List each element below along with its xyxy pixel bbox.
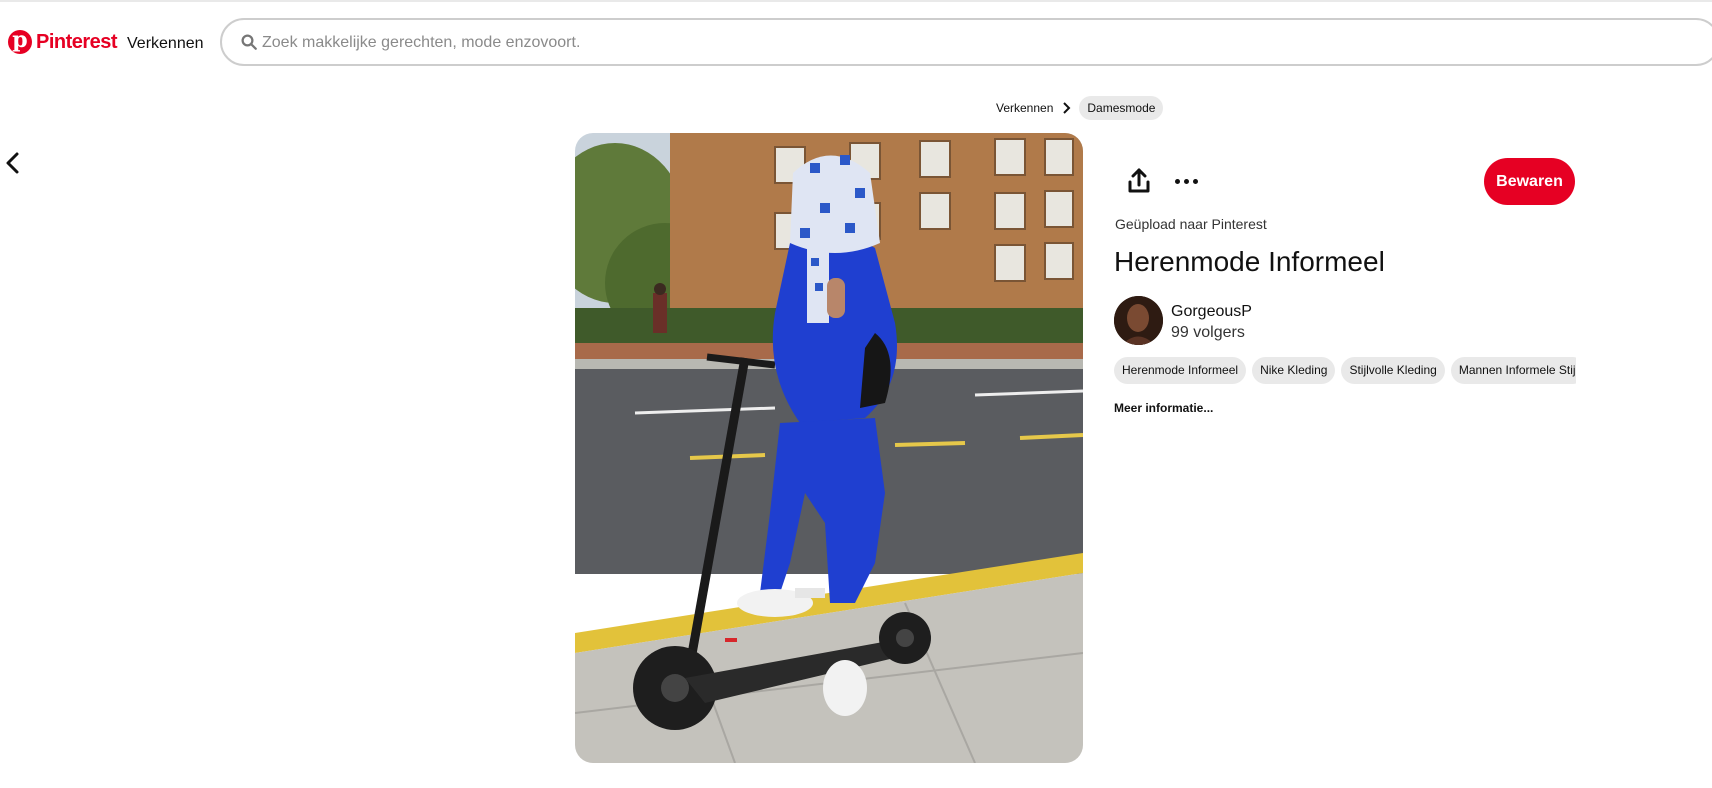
creator-followers: 99 volgers (1171, 324, 1245, 341)
search-bar[interactable] (220, 18, 1712, 66)
tag-chip[interactable]: Stijlvolle Kleding (1341, 357, 1445, 384)
more-options-icon[interactable] (1171, 166, 1201, 196)
tag-chip[interactable]: Herenmode Informeel (1114, 357, 1247, 384)
breadcrumb-item-explore[interactable]: Verkennen (996, 101, 1053, 115)
search-input[interactable] (262, 32, 962, 54)
breadcrumb: Verkennen Damesmode (996, 96, 1164, 120)
avatar[interactable] (1114, 296, 1163, 345)
pinterest-logo-icon (8, 27, 32, 54)
pin-title: Herenmode Informeel (1114, 246, 1385, 277)
breadcrumb-item-womens-fashion[interactable]: Damesmode (1079, 96, 1164, 120)
dot (1192, 178, 1198, 184)
logo-text: Pinterest (36, 30, 118, 53)
uploaded-source-text: Geüpload naar Pinterest (1115, 216, 1267, 232)
top-navigation: Pinterest Verkennen (0, 2, 1712, 82)
creator-name[interactable]: GorgeousP (1171, 303, 1252, 321)
tag-chip[interactable]: Nike Kleding (1252, 357, 1336, 384)
dot (1174, 178, 1180, 184)
nav-explore-link[interactable]: Verkennen (127, 35, 204, 53)
share-icon[interactable] (1124, 166, 1154, 196)
tag-chip[interactable]: Mannen Informele Stijl (1450, 357, 1576, 384)
chevron-right-icon (1063, 102, 1071, 114)
save-button[interactable]: Bewaren (1484, 158, 1575, 205)
dot (1183, 178, 1189, 184)
avatar-image (1114, 296, 1163, 345)
pin-image[interactable] (575, 133, 1083, 763)
pinterest-logo[interactable]: Pinterest (8, 27, 118, 55)
pin-photo-illustration (575, 133, 1083, 763)
back-arrow-icon[interactable] (2, 150, 24, 176)
search-icon (241, 34, 257, 50)
more-info-link[interactable]: Meer informatie... (1114, 401, 1213, 415)
tag-list: Herenmode Informeel Nike Kleding Stijlvo… (1114, 357, 1576, 384)
